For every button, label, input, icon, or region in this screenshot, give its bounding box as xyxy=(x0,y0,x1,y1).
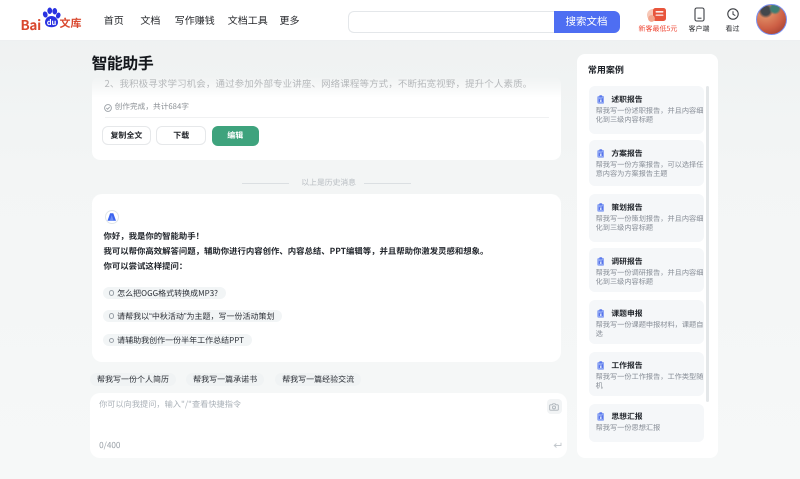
svg-text:du: du xyxy=(46,17,56,28)
